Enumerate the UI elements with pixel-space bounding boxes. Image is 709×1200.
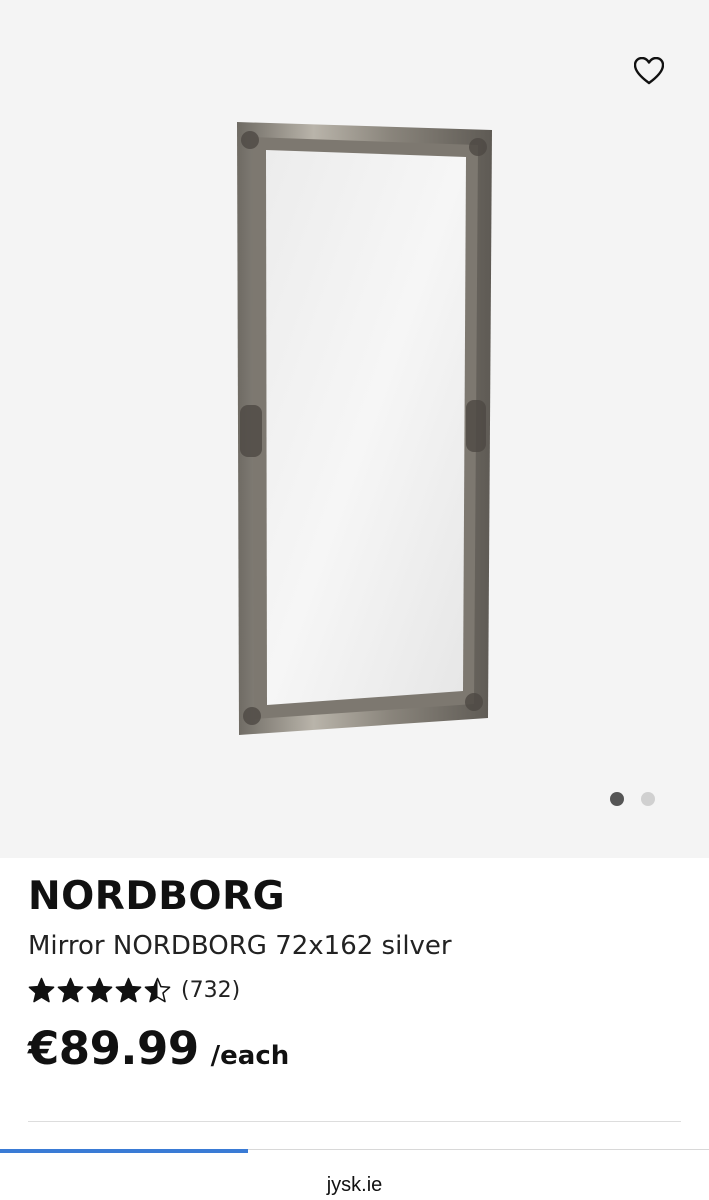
page-load-progress (0, 1149, 249, 1153)
price-unit: /each (210, 1041, 290, 1071)
product-name: Mirror NORDBORG 72x162 silver (28, 931, 452, 961)
mirror-glass (266, 150, 466, 705)
price-row: €89.99 /each (28, 1022, 681, 1075)
product-info: NORDBORG Mirror NORDBORG 72x162 silver (… (28, 874, 681, 1075)
star-full-icon (57, 977, 84, 1002)
star-full-icon (86, 977, 113, 1002)
review-count: (732) (181, 977, 241, 1003)
url-text[interactable]: jysk.ie (0, 1174, 709, 1197)
gallery-dot[interactable] (641, 792, 655, 806)
favorite-button[interactable] (626, 48, 672, 94)
star-full-icon (115, 977, 142, 1002)
heart-outline-icon (634, 57, 664, 85)
divider (28, 1121, 681, 1122)
rating-stars (28, 977, 171, 1004)
product-price: €89.99 (28, 1022, 199, 1075)
product-rating[interactable]: (732) (28, 974, 681, 1006)
browser-address-bar[interactable]: jysk.ie (0, 1149, 709, 1200)
product-image-gallery[interactable] (0, 0, 709, 858)
gallery-dot-active[interactable] (610, 792, 624, 806)
product-image (237, 122, 492, 735)
product-page: NORDBORG Mirror NORDBORG 72x162 silver (… (0, 0, 709, 1200)
star-half-icon (144, 977, 171, 1002)
star-full-icon (28, 977, 55, 1002)
gallery-pagination (610, 792, 655, 806)
product-brand: NORDBORG (28, 874, 286, 919)
